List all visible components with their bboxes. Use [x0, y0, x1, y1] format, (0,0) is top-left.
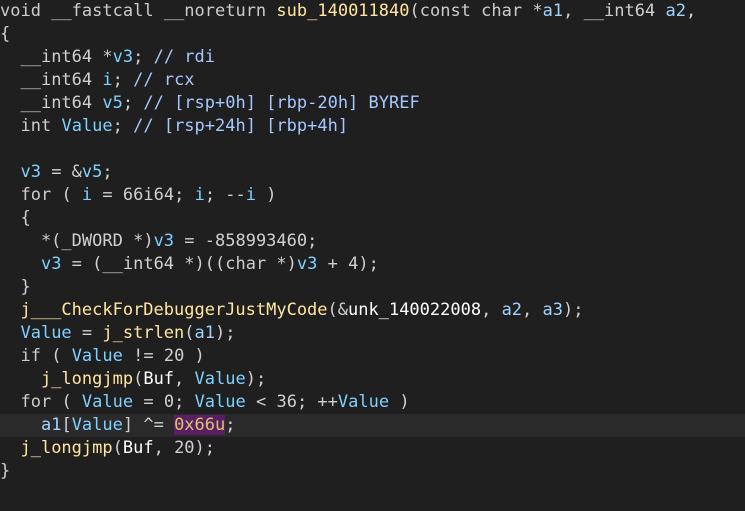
- code-line[interactable]: {: [0, 23, 745, 46]
- code-line[interactable]: for ( i = 66i64; i; --i ): [0, 184, 745, 207]
- code-line[interactable]: if ( Value != 20 ): [0, 345, 745, 368]
- code-line[interactable]: for ( Value = 0; Value < 36; ++Value ): [0, 391, 745, 414]
- code-line[interactable]: j___CheckForDebuggerJustMyCode(&unk_1400…: [0, 299, 745, 322]
- code-line[interactable]: int Value; // [rsp+24h] [rbp+4h]: [0, 115, 745, 138]
- code-line[interactable]: j_longjmp(Buf, 20);: [0, 437, 745, 460]
- pseudocode-view[interactable]: void __fastcall __noreturn sub_140011840…: [0, 0, 745, 511]
- code-line[interactable]: *(_DWORD *)v3 = -858993460;: [0, 230, 745, 253]
- code-line[interactable]: }: [0, 460, 745, 483]
- code-line[interactable]: a1[Value] ^= 0x66u;: [0, 414, 745, 437]
- code-line[interactable]: v3 = &v5;: [0, 161, 745, 184]
- code-line[interactable]: __int64 v5; // [rsp+0h] [rbp-20h] BYREF: [0, 92, 745, 115]
- code-line[interactable]: {: [0, 207, 745, 230]
- code-line[interactable]: [0, 138, 745, 161]
- code-line[interactable]: }: [0, 276, 745, 299]
- cursor-token[interactable]: 0x66u: [174, 415, 226, 435]
- code-line[interactable]: j_longjmp(Buf, Value);: [0, 368, 745, 391]
- code-line[interactable]: void __fastcall __noreturn sub_140011840…: [0, 0, 745, 23]
- code-line[interactable]: __int64 *v3; // rdi: [0, 46, 745, 69]
- code-line[interactable]: Value = j_strlen(a1);: [0, 322, 745, 345]
- code-line[interactable]: __int64 i; // rcx: [0, 69, 745, 92]
- code-line[interactable]: v3 = (__int64 *)((char *)v3 + 4);: [0, 253, 745, 276]
